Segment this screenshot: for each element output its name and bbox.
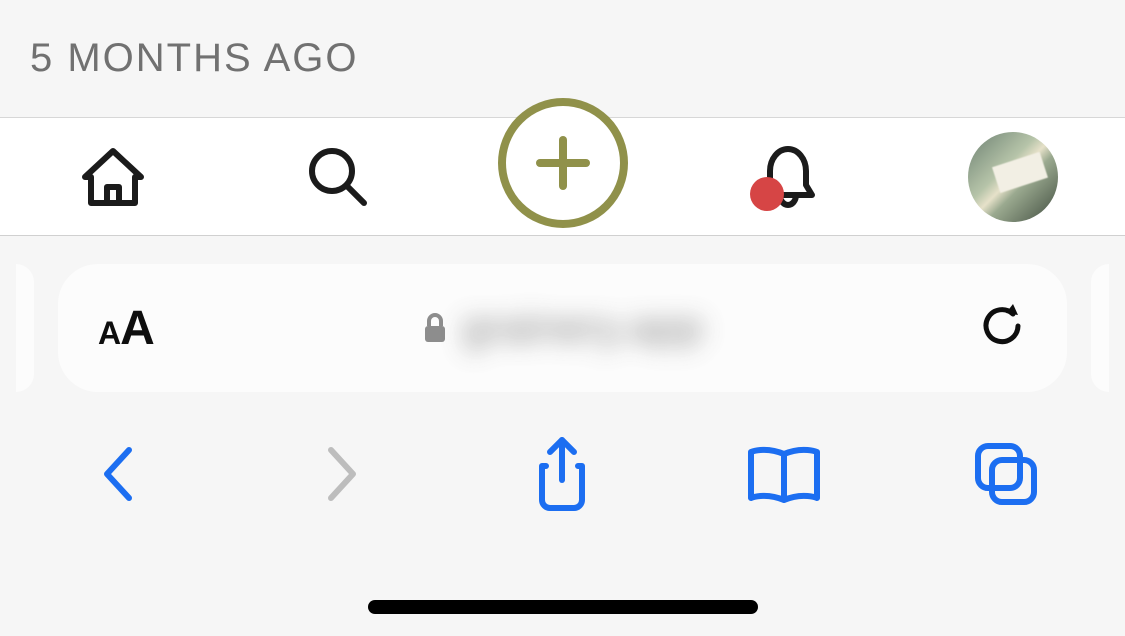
back-button[interactable]	[8, 444, 230, 504]
next-tab-sliver[interactable]	[1091, 264, 1109, 392]
home-icon	[77, 141, 149, 213]
notification-badge	[750, 177, 784, 211]
notifications-button[interactable]	[675, 118, 900, 235]
url-display[interactable]: grainery.app	[58, 303, 1067, 353]
app-navigation-bar	[0, 118, 1125, 236]
add-button[interactable]	[450, 118, 675, 235]
add-circle	[498, 98, 628, 228]
book-icon	[745, 442, 823, 506]
timestamp-label: 5 MONTHS AGO	[30, 36, 359, 81]
profile-button[interactable]	[900, 118, 1125, 235]
lock-icon	[422, 312, 448, 344]
browser-chrome: A A grainery.app	[0, 236, 1125, 512]
prev-tab-sliver[interactable]	[16, 264, 34, 392]
avatar	[968, 132, 1058, 222]
chevron-right-icon	[317, 444, 365, 504]
url-text: grainery.app	[462, 303, 703, 353]
home-button[interactable]	[0, 118, 225, 235]
search-icon	[302, 141, 374, 213]
share-button[interactable]	[452, 436, 674, 512]
address-bar[interactable]: A A grainery.app	[58, 264, 1067, 392]
search-button[interactable]	[225, 118, 450, 235]
tabs-icon	[972, 440, 1040, 508]
home-indicator[interactable]	[368, 600, 758, 614]
forward-button[interactable]	[230, 444, 452, 504]
bookmarks-button[interactable]	[673, 442, 895, 506]
tabs-button[interactable]	[895, 440, 1117, 508]
share-icon	[530, 436, 594, 512]
safari-toolbar	[0, 400, 1125, 512]
plus-icon	[534, 134, 592, 192]
chevron-left-icon	[95, 444, 143, 504]
